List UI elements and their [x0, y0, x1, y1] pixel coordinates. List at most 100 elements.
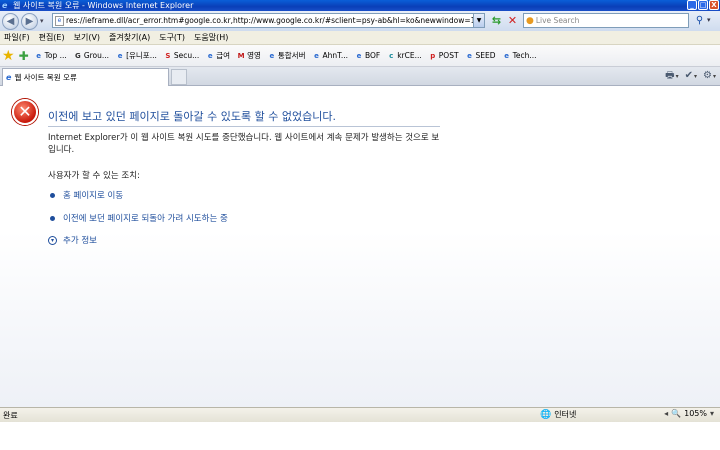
favorite-site-icon: M — [237, 51, 245, 60]
expand-chevron-icon: ▾ — [48, 235, 57, 245]
search-input[interactable]: Live Search — [536, 16, 579, 25]
more-info-link[interactable]: ▾ 추가 정보 — [48, 234, 97, 246]
live-search-icon: ● — [526, 15, 534, 26]
safety-icon[interactable]: ✔ — [685, 69, 693, 83]
zoom-dropdown-icon[interactable]: ▾ — [710, 409, 714, 418]
menu-help[interactable]: 도움말(H) — [194, 32, 228, 43]
tab-label: 웹 사이트 복원 오류 — [14, 73, 77, 82]
favorite-item[interactable]: c krCE... — [387, 51, 422, 60]
favorite-item[interactable]: e BOF — [355, 51, 381, 60]
menu-favorites[interactable]: 즐겨찾기(A) — [109, 32, 150, 43]
retry-link[interactable]: 이전에 보던 페이지로 되돌아 가려 시도하는 중 — [50, 212, 228, 224]
retry-label[interactable]: 이전에 보던 페이지로 되돌아 가려 시도하는 중 — [63, 212, 228, 224]
menu-bar: 파일(F) 편집(E) 보기(V) 즐겨찾기(A) 도구(T) 도움말(H) — [0, 31, 720, 45]
favorite-label: POST — [438, 51, 459, 60]
more-info-label[interactable]: 추가 정보 — [63, 234, 97, 246]
menu-tools[interactable]: 도구(T) — [159, 32, 185, 43]
favorite-label: SEED — [475, 51, 496, 60]
favorite-label: 급여 — [216, 51, 231, 60]
address-dropdown-icon[interactable]: ▼ — [473, 14, 484, 27]
ie-page-icon: e — [6, 73, 12, 82]
favorite-label: Secu... — [173, 51, 200, 60]
favorite-label: AhnT... — [322, 51, 348, 60]
globe-icon: 🌐 — [540, 409, 552, 420]
search-box[interactable]: ● Live Search — [523, 13, 689, 28]
favorite-label: Grou... — [83, 51, 110, 60]
status-text: 완료 — [3, 410, 18, 420]
go-home-link[interactable]: 홈 페이지로 이동 — [50, 189, 123, 201]
forward-button[interactable]: ▶ — [21, 12, 38, 30]
favorite-item[interactable]: e 급여 — [206, 50, 230, 61]
menu-file[interactable]: 파일(F) — [4, 32, 30, 43]
tools-dropdown-icon[interactable]: ▾ — [713, 73, 716, 80]
minimize-button[interactable]: _ — [687, 0, 697, 10]
page-content: ✕ 이전에 보고 있던 페이지로 돌아갈 수 있도록 할 수 없었습니다. In… — [0, 87, 720, 407]
tab-active[interactable]: e 웹 사이트 복원 오류 — [2, 68, 169, 86]
ie-logo-icon: e — [2, 0, 8, 10]
history-dropdown-icon[interactable]: ▾ — [40, 17, 44, 25]
favorites-list: e Top ... G Grou... e [유니포... S Secu... e 급여 M 영영 e 통… — [35, 50, 544, 61]
address-input[interactable]: res://ieframe.dll/acr_error.htm#google.c… — [66, 16, 473, 25]
favorite-site-icon: G — [74, 51, 81, 60]
favorite-item[interactable]: e [유니포... — [116, 50, 157, 61]
favorite-label: Tech... — [512, 51, 537, 60]
favorite-site-icon: e — [467, 51, 472, 60]
security-zone[interactable]: 🌐 인터넷 — [540, 409, 576, 420]
close-button[interactable]: X — [709, 0, 719, 10]
favorite-site-icon: c — [389, 51, 394, 60]
favorite-site-icon: e — [356, 51, 362, 60]
favorite-item[interactable]: e Top ... — [35, 51, 67, 60]
tools-gear-icon[interactable]: ⚙ — [703, 69, 712, 83]
favorites-star-icon[interactable]: ★ — [2, 49, 15, 63]
favorite-site-icon: p — [430, 51, 436, 60]
favorite-label: krCE... — [397, 51, 422, 60]
favorite-label: 통합서버 — [277, 51, 306, 60]
favorite-site-icon: e — [269, 51, 275, 60]
favorite-label: [유니포... — [126, 51, 157, 60]
error-description: Internet Explorer가 이 웹 사이트 복원 시도를 중단했습니다… — [48, 133, 440, 155]
add-favorite-icon[interactable]: ✚ — [19, 49, 29, 63]
new-tab-button[interactable] — [171, 69, 187, 85]
command-bar: 🖶 ▾ ✔ ▾ ⚙ ▾ — [665, 69, 716, 83]
print-icon[interactable]: 🖶 — [665, 69, 674, 83]
actions-heading: 사용자가 할 수 있는 조치: — [48, 171, 140, 181]
bullet-icon — [50, 215, 55, 221]
menu-view[interactable]: 보기(V) — [74, 32, 100, 43]
favorite-site-icon: e — [504, 51, 509, 60]
protected-mode-icon: ◂ — [664, 409, 669, 418]
refresh-icon[interactable]: ⇆ — [489, 14, 504, 28]
favorite-label: 영영 — [247, 51, 261, 60]
error-title: 이전에 보고 있던 페이지로 돌아갈 수 있도록 할 수 없었습니다. — [48, 110, 336, 123]
print-dropdown-icon[interactable]: ▾ — [676, 73, 679, 80]
search-options-icon[interactable]: ▾ — [707, 14, 711, 27]
zoom-control[interactable]: ◂ 🔍 105% ▾ — [664, 409, 714, 418]
safety-dropdown-icon[interactable]: ▾ — [694, 73, 697, 80]
favorite-item[interactable]: e Tech... — [503, 51, 537, 60]
window-controls: _ □ X — [687, 0, 719, 10]
bullet-icon — [50, 192, 55, 198]
favorite-label: Top ... — [44, 51, 67, 60]
go-home-label[interactable]: 홈 페이지로 이동 — [63, 189, 123, 201]
address-bar[interactable]: e res://ieframe.dll/acr_error.htm#google… — [52, 13, 485, 28]
favorite-item[interactable]: p POST — [429, 51, 459, 60]
favorite-item[interactable]: M 영영 — [237, 50, 261, 61]
menu-edit[interactable]: 편집(E) — [39, 32, 65, 43]
favorite-site-icon: e — [207, 51, 213, 60]
back-button[interactable]: ◀ — [2, 12, 19, 30]
title-bar: e 웹 사이트 복원 오류 - Windows Internet Explore… — [0, 0, 720, 11]
status-bar: 완료 🌐 인터넷 ◂ 🔍 105% ▾ — [0, 407, 720, 422]
favorite-site-icon: e — [117, 51, 123, 60]
error-x-icon: ✕ — [12, 99, 38, 125]
favorite-item[interactable]: e SEED — [466, 51, 496, 60]
zone-label: 인터넷 — [554, 410, 577, 419]
favorite-item[interactable]: S Secu... — [164, 51, 199, 60]
favorite-item[interactable]: e 통합서버 — [268, 50, 306, 61]
zoom-icon: 🔍 — [671, 409, 682, 418]
favorite-item[interactable]: G Grou... — [74, 51, 109, 60]
stop-icon[interactable]: ✕ — [506, 14, 519, 27]
favorite-item[interactable]: e AhnT... — [312, 51, 348, 60]
favorite-site-icon: S — [165, 51, 171, 60]
page-icon: e — [55, 15, 64, 26]
search-icon[interactable]: ⚲ — [693, 14, 706, 27]
maximize-button[interactable]: □ — [698, 0, 708, 10]
